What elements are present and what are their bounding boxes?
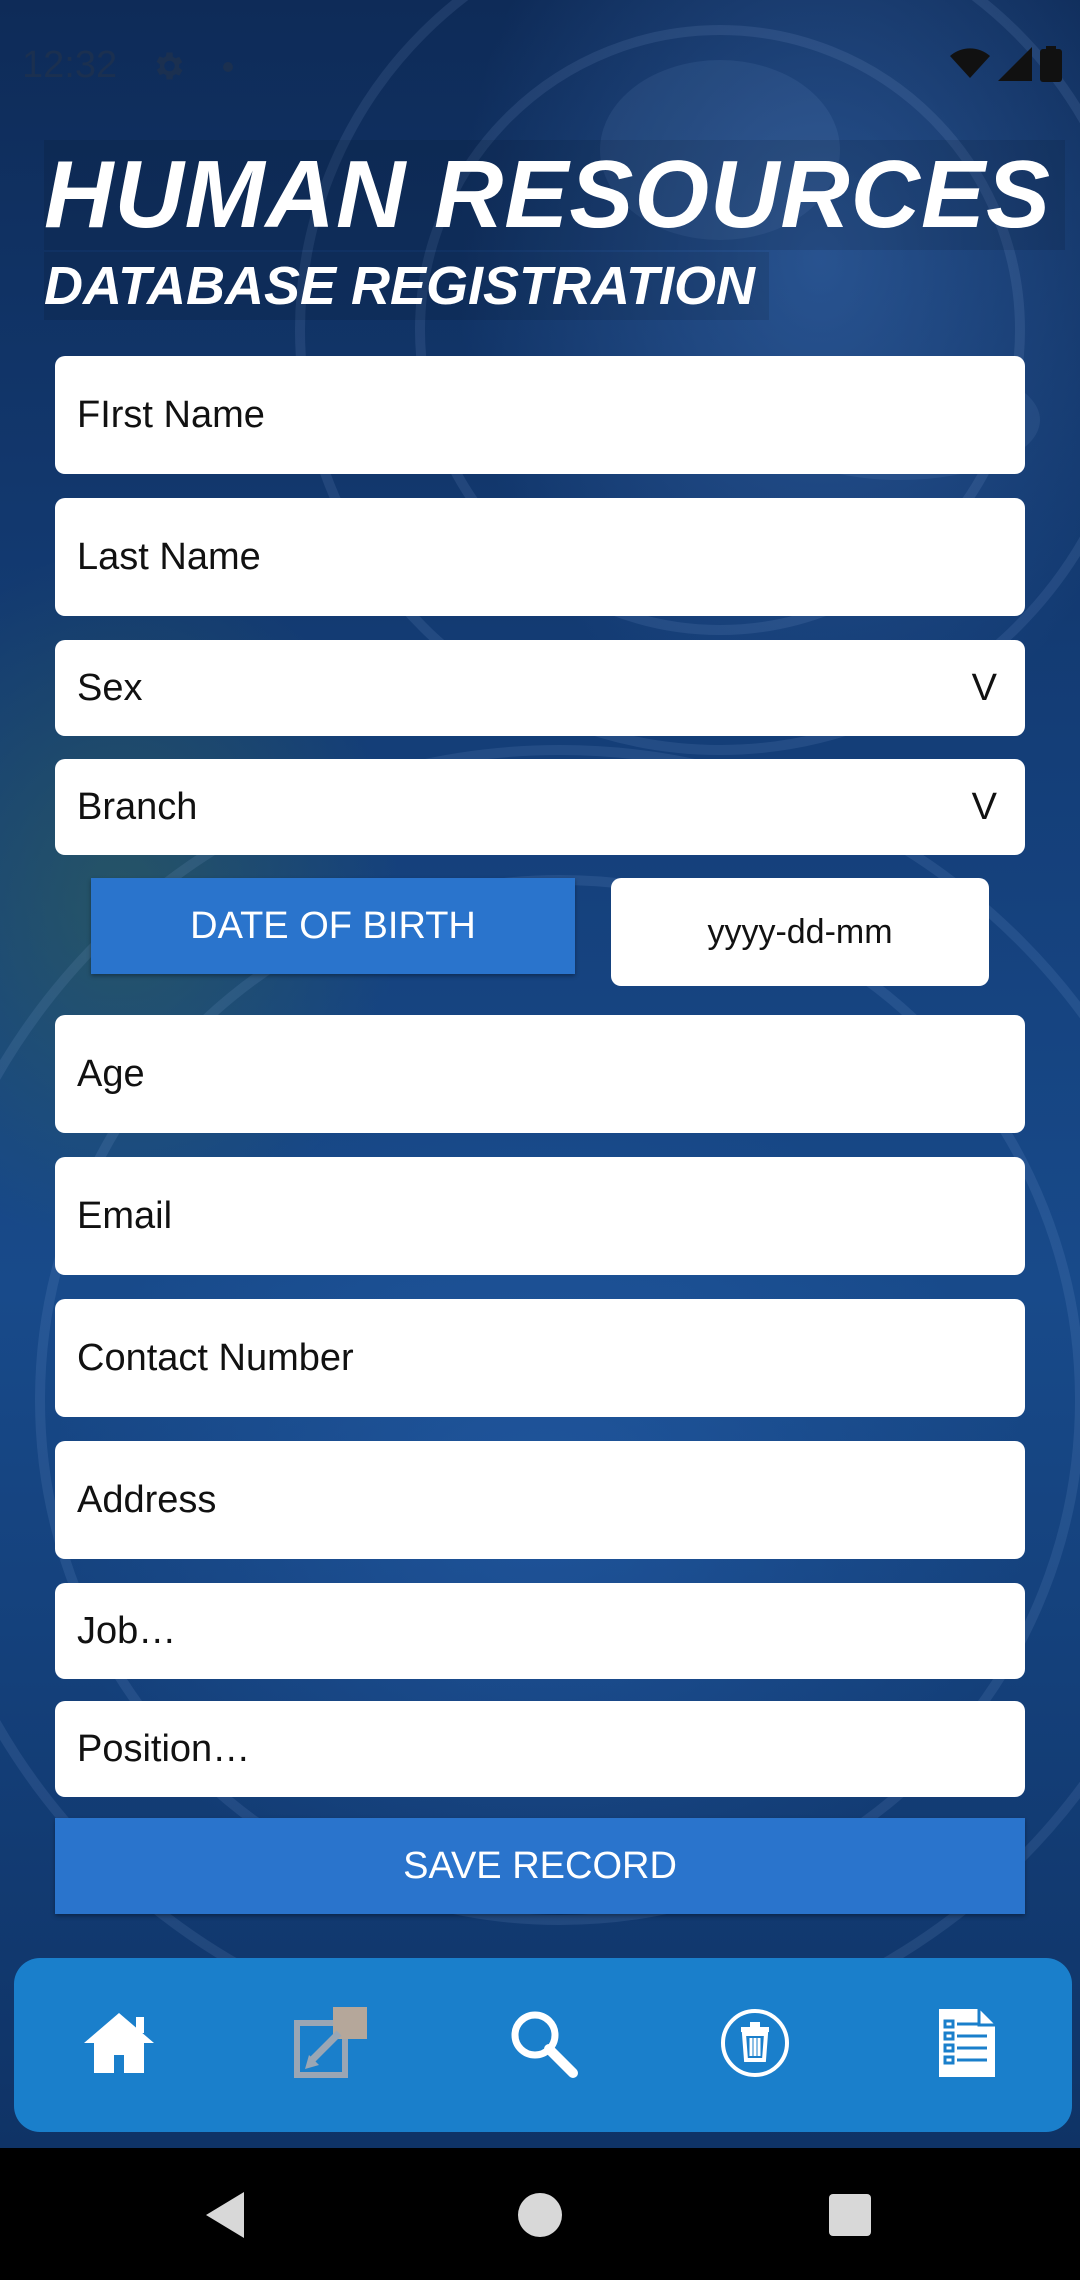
list-icon: [935, 2005, 999, 2086]
notification-dot-icon: [223, 62, 233, 72]
back-icon[interactable]: [200, 2188, 254, 2242]
chevron-down-icon: V: [971, 785, 997, 828]
battery-icon: [1040, 45, 1062, 87]
system-navigation-bar: [0, 2148, 1080, 2280]
branch-select[interactable]: Branch V: [55, 759, 1025, 855]
nav-delete[interactable]: [712, 2002, 798, 2088]
home-icon: [82, 2011, 156, 2080]
branch-select-label: Branch: [77, 785, 198, 828]
date-of-birth-field[interactable]: yyyy-dd-mm: [611, 878, 989, 986]
nav-edit[interactable]: [288, 2002, 374, 2088]
position-select-label: Position…: [77, 1727, 251, 1770]
nav-home[interactable]: [76, 2002, 162, 2088]
delete-icon: [719, 2007, 791, 2084]
status-time: 12:32: [22, 44, 118, 86]
date-of-birth-button[interactable]: DATE OF BIRTH: [91, 878, 575, 974]
nav-search[interactable]: [500, 2002, 586, 2088]
contact-number-field[interactable]: [55, 1299, 1025, 1417]
edit-icon: [293, 2005, 369, 2086]
sex-select[interactable]: Sex V: [55, 640, 1025, 736]
page-subtitle: DATABASE REGISTRATION: [44, 252, 769, 320]
job-select[interactable]: Job…: [55, 1583, 1025, 1679]
address-field[interactable]: [55, 1441, 1025, 1559]
position-select[interactable]: Position…: [55, 1701, 1025, 1797]
email-field[interactable]: [55, 1157, 1025, 1275]
first-name-field[interactable]: [55, 356, 1025, 474]
save-record-button[interactable]: SAVE RECORD: [55, 1818, 1025, 1914]
status-bar: 12:32: [0, 0, 1080, 134]
search-icon: [507, 2007, 579, 2084]
home-circle-icon[interactable]: [513, 2188, 567, 2242]
page-title: HUMAN RESOURCES: [44, 140, 1066, 250]
nav-list[interactable]: [924, 2002, 1010, 2088]
status-icons: [950, 45, 1062, 87]
chevron-down-icon: V: [971, 666, 997, 709]
age-field[interactable]: [55, 1015, 1025, 1133]
sex-select-label: Sex: [77, 666, 143, 709]
recents-square-icon[interactable]: [823, 2188, 877, 2242]
settings-gear-icon: [150, 48, 186, 84]
job-select-label: Job…: [77, 1609, 177, 1652]
bottom-navigation: [14, 1958, 1072, 2132]
last-name-field[interactable]: [55, 498, 1025, 616]
signal-icon: [998, 46, 1032, 86]
wifi-icon: [950, 47, 990, 85]
